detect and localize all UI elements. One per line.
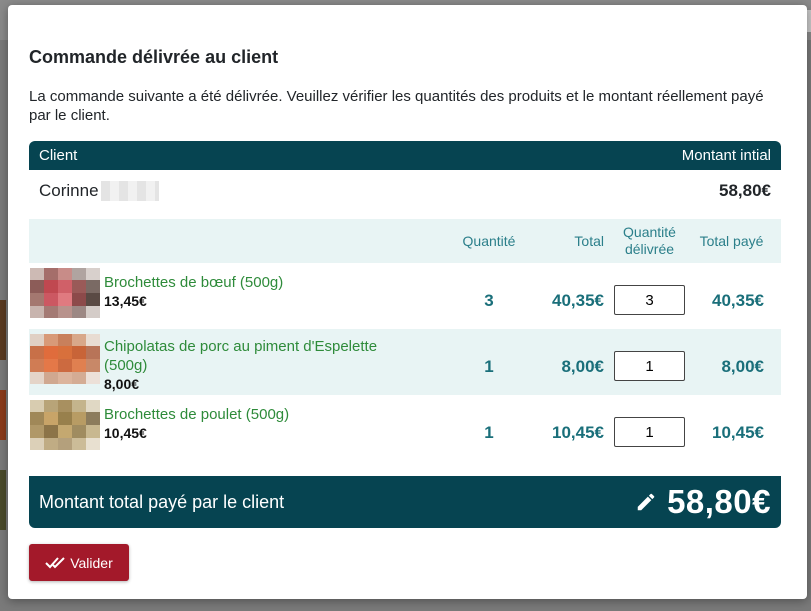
header-delivered-quantity-line1: Quantité — [623, 224, 676, 240]
background-photo — [0, 300, 6, 360]
validate-button[interactable]: Valider — [29, 544, 129, 581]
total-paid-amount[interactable]: 58,80€ — [667, 483, 771, 521]
client-name: Corinne — [39, 181, 99, 200]
validate-button-label: Valider — [70, 554, 113, 571]
client-row: Corinne 58,80€ — [29, 171, 781, 211]
product-name[interactable]: Brochettes de bœuf (500g) — [104, 273, 404, 292]
product-image — [30, 400, 100, 450]
delivery-modal: Commande délivrée au client La commande … — [8, 5, 807, 599]
table-row: Chipolatas de porc au piment d'Espelette… — [29, 329, 781, 395]
table-row: Brochettes de poulet (500g) 10,45€ 1 10,… — [29, 395, 781, 461]
header-quantity: Quantité — [462, 232, 516, 249]
product-quantity: 1 — [484, 357, 494, 376]
background-photo — [0, 470, 6, 530]
initial-amount-header-label: Montant intial — [681, 147, 771, 164]
product-image — [30, 268, 100, 318]
pencil-icon[interactable] — [635, 491, 657, 513]
header-delivered-quantity-line2: délivrée — [624, 241, 675, 257]
product-unit-price: 10,45€ — [104, 425, 147, 441]
product-total: 8,00€ — [561, 357, 604, 376]
product-quantity: 3 — [484, 291, 494, 310]
background-photo — [0, 390, 6, 440]
header-delivered-quantity: Quantité délivrée — [614, 219, 685, 263]
client-header: Client Montant intial — [29, 141, 781, 170]
product-quantity: 1 — [484, 423, 494, 442]
total-paid-value-group: 58,80€ — [635, 483, 771, 521]
client-initial-amount: 58,80€ — [719, 181, 771, 200]
client-surname-blurred — [100, 181, 159, 201]
product-total: 40,35€ — [552, 291, 604, 310]
product-unit-price: 8,00€ — [104, 376, 140, 392]
header-total: Total — [574, 232, 604, 249]
double-check-icon — [45, 556, 65, 568]
product-name[interactable]: Chipolatas de porc au piment d'Espelette… — [104, 337, 404, 375]
total-paid-bar: Montant total payé par le client 58,80€ — [29, 476, 781, 528]
product-image — [30, 334, 100, 384]
delivered-quantity-input[interactable] — [614, 285, 685, 315]
products-table-header: Quantité Total Quantité délivrée Total p… — [29, 219, 781, 263]
product-name[interactable]: Brochettes de poulet (500g) — [104, 405, 404, 424]
product-total-paid: 10,45€ — [712, 423, 764, 442]
modal-description: La commande suivante a été délivrée. Veu… — [29, 88, 764, 124]
delivered-quantity-input[interactable] — [614, 417, 685, 447]
table-row: Brochettes de bœuf (500g) 13,45€ 3 40,35… — [29, 263, 781, 329]
header-total-paid: Total payé — [699, 232, 764, 249]
delivered-quantity-input[interactable] — [614, 351, 685, 381]
product-total-paid: 8,00€ — [721, 357, 764, 376]
product-unit-price: 13,45€ — [104, 293, 147, 309]
modal-title: Commande délivrée au client — [29, 47, 279, 67]
total-paid-label: Montant total payé par le client — [39, 491, 285, 512]
product-total-paid: 40,35€ — [712, 291, 764, 310]
client-header-label: Client — [39, 147, 78, 164]
client-name-wrap: Corinne — [39, 181, 159, 201]
product-total: 10,45€ — [552, 423, 604, 442]
